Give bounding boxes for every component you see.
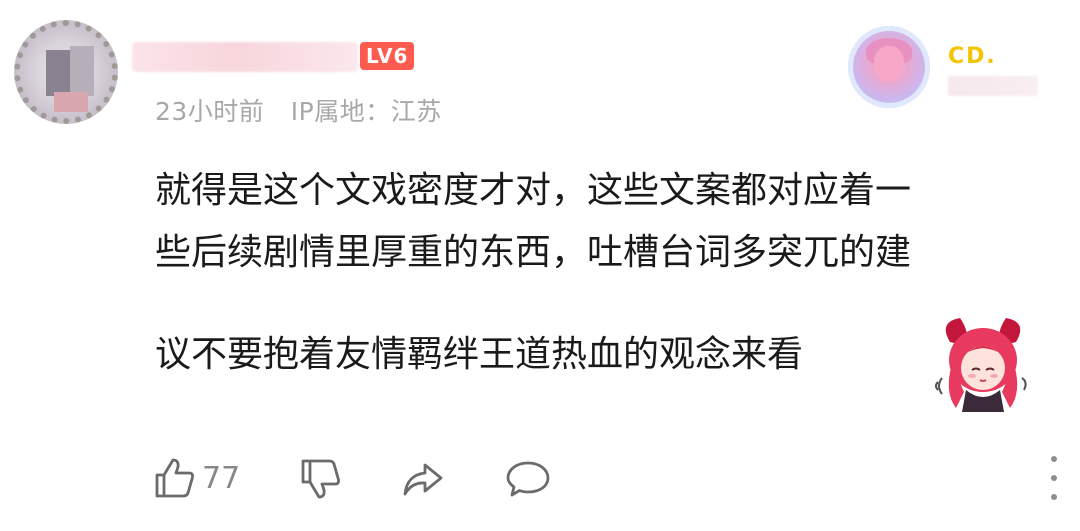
more-vertical-icon xyxy=(1051,456,1057,462)
fan-badge-number-blurred xyxy=(948,76,1038,96)
like-count: 77 xyxy=(202,460,241,496)
fan-badge-avatar[interactable] xyxy=(848,26,930,108)
more-vertical-icon xyxy=(1051,494,1057,500)
fan-badge-face xyxy=(874,46,904,82)
thumbs-down-icon xyxy=(301,459,341,499)
thumbs-up-icon xyxy=(155,458,194,498)
share-button[interactable] xyxy=(400,455,446,501)
reply-button[interactable] xyxy=(504,455,552,501)
share-icon xyxy=(403,463,443,496)
anime-sticker-image xyxy=(930,312,1036,416)
comment-text: 就得是这个文戏密度才对，这些文案都对应着一 些后续剧情里厚重的东西，吐槽台词多突… xyxy=(155,160,1050,386)
user-avatar[interactable] xyxy=(14,20,118,124)
dislike-button[interactable] xyxy=(298,455,344,501)
username-blurred[interactable] xyxy=(132,42,358,72)
more-options-button[interactable] xyxy=(1044,456,1064,500)
comment-text-line: 就得是这个文戏密度才对，这些文案都对应着一 xyxy=(155,170,912,211)
ip-location: IP属地：江苏 xyxy=(290,97,442,126)
comment-time: 23小时前 xyxy=(155,97,265,126)
avatar-frame xyxy=(14,20,118,124)
fan-badge-label: CD. xyxy=(948,44,997,69)
comment-actions: 77 xyxy=(152,452,552,504)
comment-text-line: 些后续剧情里厚重的东西，吐槽台词多突兀的建 xyxy=(155,232,912,273)
comment-icon xyxy=(506,461,550,497)
like-button[interactable]: 77 xyxy=(152,455,240,501)
sticker-icon xyxy=(935,318,1027,412)
level-badge: LV6 xyxy=(360,42,415,70)
comment-meta: 23小时前 IP属地：江苏 xyxy=(155,92,442,128)
comment-text-line: 议不要抱着友情羁绊王道热血的观念来看 xyxy=(155,334,804,375)
more-vertical-icon xyxy=(1051,475,1057,481)
